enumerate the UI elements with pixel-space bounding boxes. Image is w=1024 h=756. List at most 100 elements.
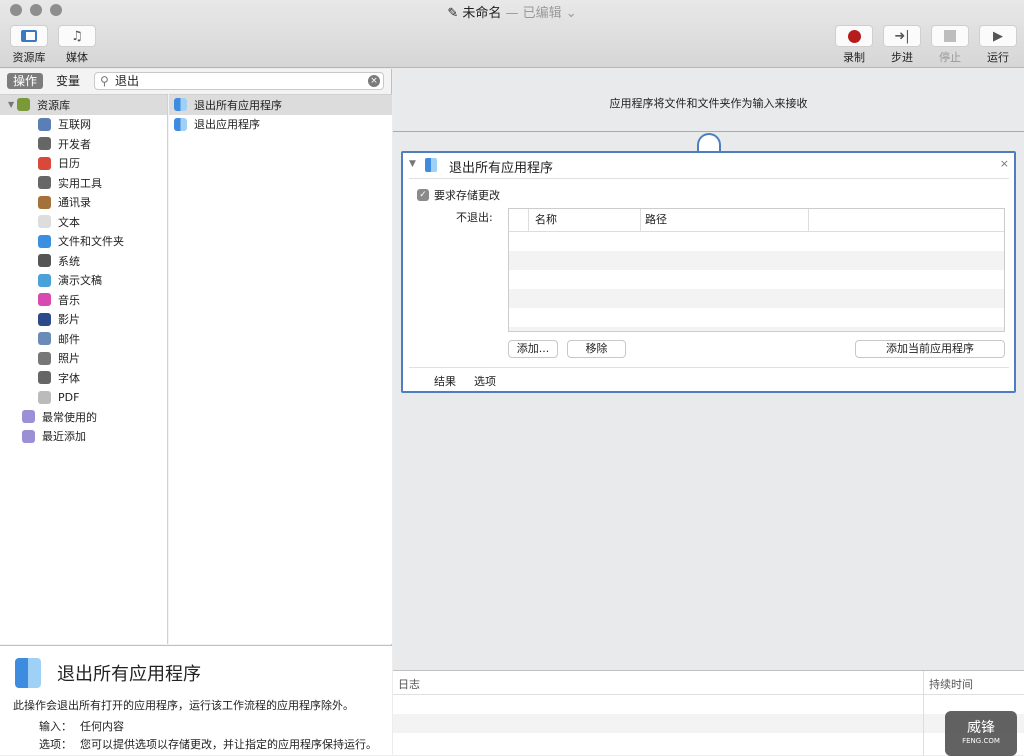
duration-column-header[interactable]: 持续时间 <box>929 676 973 692</box>
input-label: 输入： <box>39 720 72 733</box>
category-icon <box>38 293 51 307</box>
library-label: 资源库 <box>12 51 46 64</box>
category-item[interactable]: ▼ 资源库 <box>0 95 167 115</box>
category-icon <box>38 195 51 209</box>
media-label: 媒体 <box>66 51 88 64</box>
action-label: 退出所有应用程序 <box>194 98 282 112</box>
category-icon <box>38 176 51 190</box>
category-item[interactable]: 最近添加 <box>0 427 167 447</box>
category-label: 系统 <box>58 254 80 268</box>
library-panel: 操作 变量 ⚲ 退出 × ▼ 资源库互联网开发者 日历 实用工具通讯录文本文件和文件夹… <box>0 69 392 755</box>
window-title: ✎ 未命名 — 已编辑 ⌄ <box>447 6 577 21</box>
log-panel: 日志 持续时间 威锋 FENG.COM <box>393 670 1024 756</box>
search-input[interactable]: ⚲ 退出 × <box>94 72 384 90</box>
column-divider <box>923 671 924 756</box>
tab-variables[interactable]: 变量 <box>50 73 86 89</box>
category-item[interactable]: 通讯录 <box>0 193 167 213</box>
action-item[interactable]: 退出应用程序 <box>169 115 392 135</box>
category-item[interactable]: 系统 <box>0 251 167 271</box>
divider <box>393 131 1024 132</box>
column-header-path[interactable]: 路径 <box>641 209 809 231</box>
chevron-down-icon: ⌄ <box>561 6 577 21</box>
tab-options[interactable]: 选项 <box>474 373 496 389</box>
run-label: 运行 <box>987 51 1009 64</box>
category-item[interactable]: 影片 <box>0 310 167 330</box>
dont-quit-label: 不退出: <box>456 211 493 224</box>
category-item[interactable]: 邮件 <box>0 329 167 349</box>
stop-label: 停止 <box>939 51 961 64</box>
category-icon <box>38 137 51 151</box>
category-item[interactable]: 文本 <box>0 212 167 232</box>
connector <box>697 133 721 153</box>
library-button[interactable] <box>10 25 48 47</box>
title-bar: ✎ 未命名 — 已编辑 ⌄ 资源库 ♫ 媒体 录制 ➜| 步进 停止 ▶ 运行 <box>0 0 1024 68</box>
excluded-apps-table[interactable]: 名称 路径 <box>508 208 1005 332</box>
disclosure-triangle-icon[interactable]: ▼ <box>409 159 416 169</box>
media-icon: ♫ <box>71 28 83 44</box>
run-button[interactable]: ▶ <box>979 25 1017 47</box>
category-item[interactable]: 演示文稿 <box>0 271 167 291</box>
category-label: 通讯录 <box>58 196 91 210</box>
tab-actions[interactable]: 操作 <box>7 73 44 89</box>
category-label: PDF <box>58 390 80 404</box>
category-icon <box>38 273 51 287</box>
finder-icon <box>15 658 41 688</box>
category-icon <box>22 429 35 443</box>
add-button[interactable]: 添加... <box>508 340 558 358</box>
record-label: 录制 <box>843 51 865 64</box>
tab-results[interactable]: 结果 <box>434 373 456 389</box>
step-icon: ➜| <box>894 28 910 44</box>
category-icon <box>38 371 51 385</box>
description-title: 退出所有应用程序 <box>57 664 201 685</box>
remove-button[interactable]: 移除 <box>567 340 626 358</box>
category-item[interactable]: 开发者 <box>0 134 167 154</box>
category-label: 邮件 <box>58 332 80 346</box>
media-button[interactable]: ♫ <box>58 25 96 47</box>
category-icon <box>38 156 51 170</box>
category-label: 最近添加 <box>42 430 86 444</box>
play-icon: ▶ <box>993 28 1003 44</box>
close-icon[interactable]: × <box>1000 157 1009 170</box>
record-button[interactable] <box>835 25 873 47</box>
category-icon <box>17 98 31 112</box>
action-label: 退出应用程序 <box>194 118 260 132</box>
category-item[interactable]: PDF <box>0 388 167 408</box>
category-label: 互联网 <box>58 118 91 132</box>
edited-status[interactable]: 已编辑 <box>523 6 562 21</box>
category-label: 影片 <box>58 313 80 327</box>
category-label: 音乐 <box>58 293 80 307</box>
column-header-name[interactable]: 名称 <box>529 209 641 231</box>
action-list: 退出所有应用程序 退出应用程序 <box>169 94 392 644</box>
stop-icon <box>944 30 956 42</box>
category-label: 字体 <box>58 371 80 385</box>
category-item[interactable]: 日历 <box>0 154 167 174</box>
category-label: 资源库 <box>37 98 71 112</box>
category-icon <box>38 390 51 404</box>
action-item[interactable]: 退出所有应用程序 <box>169 95 392 115</box>
category-label: 照片 <box>58 352 80 366</box>
category-item[interactable]: 音乐 <box>0 290 167 310</box>
clear-search-icon[interactable]: × <box>368 75 380 87</box>
column-header <box>509 209 529 231</box>
action-description: 退出所有应用程序 此操作会退出所有打开的应用程序，运行该工作流程的应用程序除外。… <box>0 645 392 755</box>
add-current-app-button[interactable]: 添加当前应用程序 <box>855 340 1005 358</box>
category-item[interactable]: 字体 <box>0 368 167 388</box>
finder-icon <box>174 117 187 131</box>
log-column-header[interactable]: 日志 <box>398 676 420 692</box>
stop-button[interactable] <box>931 25 969 47</box>
finder-icon <box>174 98 187 112</box>
disclosure-triangle-icon[interactable]: ▼ <box>8 100 14 109</box>
category-item[interactable]: 实用工具 <box>0 173 167 193</box>
category-item[interactable]: 最常使用的 <box>0 407 167 427</box>
options-label: 选项： <box>39 738 72 751</box>
require-save-label: 要求存储更改 <box>434 189 500 202</box>
require-save-checkbox[interactable]: ✓ <box>417 189 429 201</box>
sidebar-icon <box>21 30 37 42</box>
category-item[interactable]: 互联网 <box>0 115 167 135</box>
category-item[interactable]: 照片 <box>0 349 167 369</box>
category-label: 文本 <box>58 215 80 229</box>
category-item[interactable]: 文件和文件夹 <box>0 232 167 252</box>
description-text: 此操作会退出所有打开的应用程序，运行该工作流程的应用程序除外。 <box>13 699 354 712</box>
divider <box>409 367 1009 368</box>
step-button[interactable]: ➜| <box>883 25 921 47</box>
